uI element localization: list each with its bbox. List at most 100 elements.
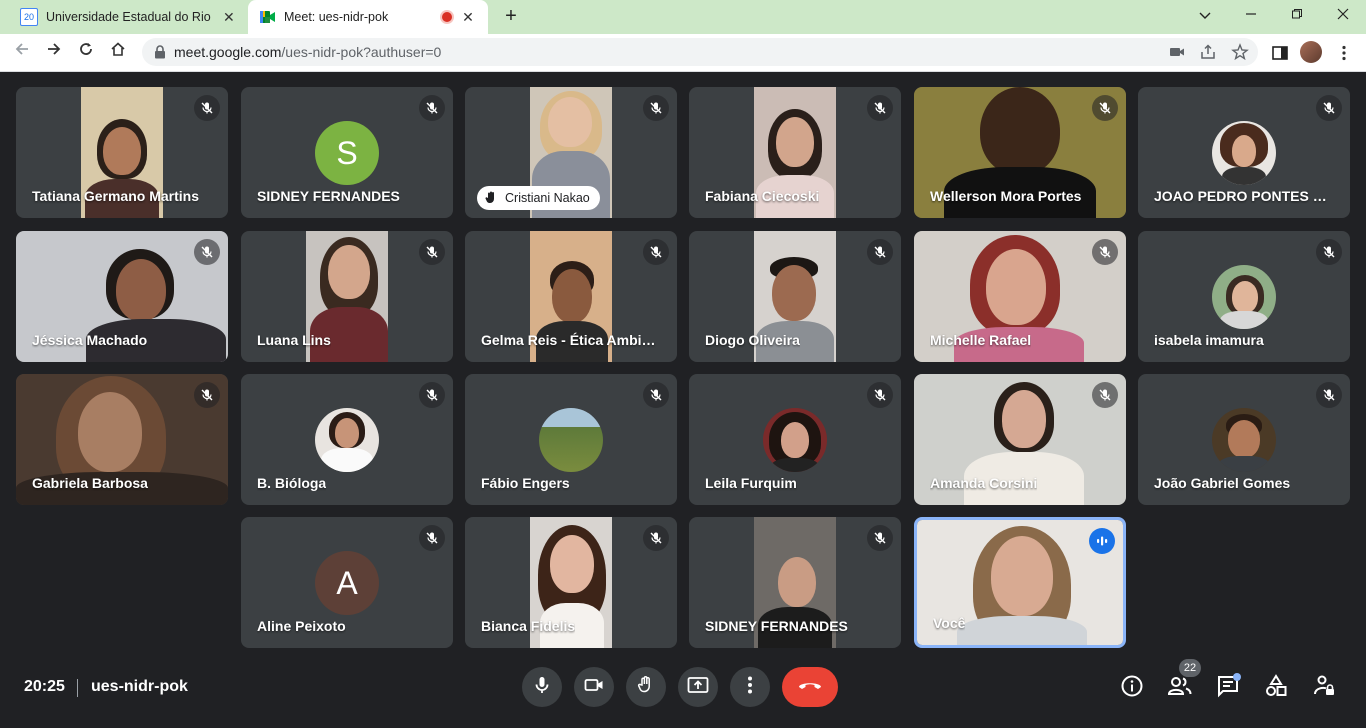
participant-name: Diogo Oliveira — [705, 332, 800, 348]
participant-name: Leila Furquim — [705, 475, 797, 491]
forward-arrow-icon[interactable] — [42, 41, 66, 63]
participant-tile[interactable]: Cristiani Nakao — [465, 87, 677, 218]
activities-button[interactable] — [1263, 673, 1289, 701]
leave-call-button[interactable] — [782, 667, 838, 707]
mic-off-icon — [867, 382, 893, 408]
participant-tile[interactable]: Jéssica Machado — [16, 231, 228, 362]
host-controls-icon — [1312, 674, 1336, 703]
participant-tile[interactable]: JOAO PEDRO PONTES D... — [1138, 87, 1350, 218]
recording-indicator-icon — [442, 12, 452, 22]
share-icon[interactable] — [1199, 43, 1217, 61]
restore-icon[interactable] — [1284, 4, 1310, 26]
leave-call-icon — [797, 678, 823, 696]
participant-name: Fabiana Ciecoski — [705, 188, 820, 204]
more-vert-icon[interactable] — [1334, 43, 1354, 63]
participant-tile[interactable]: Gabriela Barbosa — [16, 374, 228, 505]
participant-tile[interactable]: Amanda Corsini — [914, 374, 1126, 505]
participant-tile[interactable]: Wellerson Mora Portes — [914, 87, 1126, 218]
present-screen-button[interactable] — [678, 667, 718, 707]
profile-photo-avatar — [1212, 265, 1276, 329]
new-tab-button[interactable]: + — [500, 5, 522, 27]
raise-hand-button[interactable] — [626, 667, 666, 707]
close-icon[interactable]: ✕ — [460, 9, 476, 26]
participant-name: SIDNEY FERNANDES — [705, 618, 848, 634]
info-icon — [1120, 674, 1144, 703]
participant-tile[interactable]: Gelma Reis - Ética Ambie... — [465, 231, 677, 362]
participant-tile[interactable]: A Aline Peixoto — [241, 517, 453, 648]
mic-off-icon — [643, 382, 669, 408]
reload-icon[interactable] — [74, 41, 98, 63]
participant-name: isabela imamura — [1154, 332, 1264, 348]
mic-off-icon — [643, 239, 669, 265]
self-view-tile[interactable]: Você — [914, 517, 1126, 648]
side-panel-icon[interactable] — [1270, 43, 1290, 63]
participant-name: João Gabriel Gomes — [1154, 475, 1291, 491]
mic-off-icon — [867, 95, 893, 121]
participant-tile[interactable]: isabela imamura — [1138, 231, 1350, 362]
browser-toolbar: meet.google.com/ues-nidr-pok?authuser=0 — [0, 34, 1366, 72]
participant-tile[interactable]: Tatiana Germano Martins — [16, 87, 228, 218]
raise-hand-icon — [636, 675, 656, 700]
profile-avatar[interactable] — [1300, 41, 1322, 63]
url-host: meet.google.com — [174, 44, 282, 60]
participant-tile[interactable]: Leila Furquim — [689, 374, 901, 505]
tab-meet[interactable]: Meet: ues-nidr-pok ✕ — [248, 0, 488, 34]
mic-off-icon — [419, 95, 445, 121]
address-bar[interactable]: meet.google.com/ues-nidr-pok?authuser=0 — [142, 38, 1258, 66]
tab-strip: 20 Universidade Estadual do Rio Gra ✕ Me… — [0, 0, 1366, 34]
participant-tile[interactable]: SIDNEY FERNANDES — [689, 517, 901, 648]
participant-name: Wellerson Mora Portes — [930, 188, 1082, 204]
url-text: meet.google.com/ues-nidr-pok?authuser=0 — [174, 44, 441, 60]
mic-off-icon — [867, 525, 893, 551]
participant-tile[interactable]: Michelle Rafael — [914, 231, 1126, 362]
participant-tile[interactable]: Diogo Oliveira — [689, 231, 901, 362]
lock-icon[interactable] — [154, 45, 166, 59]
present-icon — [687, 676, 709, 699]
chat-notification-dot — [1233, 673, 1241, 681]
mic-off-icon — [643, 525, 669, 551]
close-icon[interactable] — [1330, 4, 1356, 26]
back-arrow-icon[interactable] — [10, 41, 34, 63]
participant-name: JOAO PEDRO PONTES D... — [1154, 188, 1330, 204]
participant-name: Jéssica Machado — [32, 332, 148, 348]
mic-off-icon — [1316, 239, 1342, 265]
camera-toggle-button[interactable] — [574, 667, 614, 707]
tab-universidade[interactable]: 20 Universidade Estadual do Rio Gra ✕ — [8, 0, 248, 34]
participant-tile[interactable]: Luana Lins — [241, 231, 453, 362]
mic-off-icon — [194, 239, 220, 265]
mic-toggle-button[interactable] — [522, 667, 562, 707]
home-icon[interactable] — [106, 41, 130, 63]
participant-name: Luana Lins — [257, 332, 331, 348]
bookmark-star-icon[interactable] — [1231, 43, 1249, 61]
participant-name: Cristiani Nakao — [505, 191, 590, 205]
meeting-time: 20:25 — [24, 678, 65, 695]
participant-tile[interactable]: Fábio Engers — [465, 374, 677, 505]
profile-photo-avatar — [763, 408, 827, 472]
minimize-icon[interactable] — [1238, 4, 1264, 26]
people-button[interactable] — [1167, 675, 1193, 701]
mic-off-icon — [194, 95, 220, 121]
chevron-down-icon[interactable] — [1192, 4, 1218, 26]
mic-off-icon — [1316, 95, 1342, 121]
more-options-button[interactable] — [730, 667, 770, 707]
participant-tile[interactable]: Fabiana Ciecoski — [689, 87, 901, 218]
host-controls-button[interactable] — [1311, 675, 1337, 701]
calendar-favicon-icon: 20 — [20, 8, 38, 26]
participant-tile[interactable]: S SIDNEY FERNANDES — [241, 87, 453, 218]
speaking-indicator-icon — [1089, 528, 1115, 554]
profile-photo-avatar — [539, 408, 603, 472]
url-path: /ues-nidr-pok?authuser=0 — [281, 44, 442, 60]
close-icon[interactable]: ✕ — [222, 9, 236, 26]
meeting-info-button[interactable] — [1119, 675, 1145, 701]
participant-tile[interactable]: B. Bióloga — [241, 374, 453, 505]
profile-photo-avatar — [315, 408, 379, 472]
participant-name: Fábio Engers — [481, 475, 570, 491]
participant-name: B. Bióloga — [257, 475, 327, 491]
camera-in-use-icon[interactable] — [1168, 43, 1186, 61]
participant-name: Tatiana Germano Martins — [32, 188, 200, 204]
participant-initial-avatar: A — [315, 551, 379, 615]
participant-tile[interactable]: João Gabriel Gomes — [1138, 374, 1350, 505]
mic-off-icon — [419, 382, 445, 408]
participant-name: Gelma Reis - Ética Ambie... — [481, 332, 657, 348]
participant-tile[interactable]: Bianca Fidelis — [465, 517, 677, 648]
